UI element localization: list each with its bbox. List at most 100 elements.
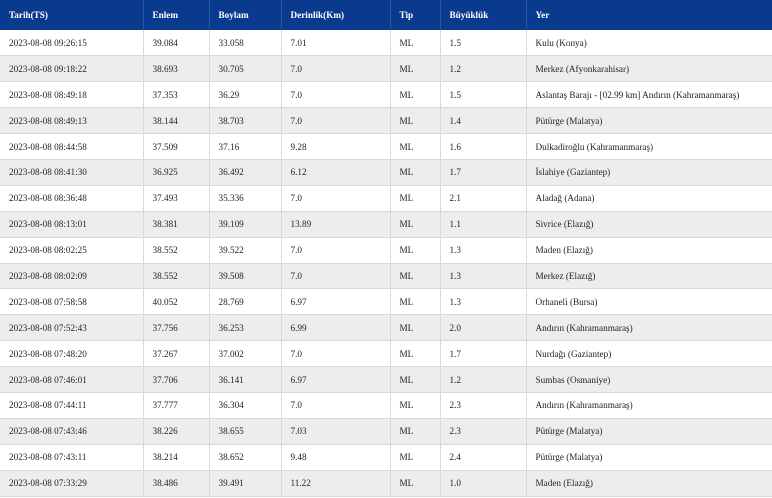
- cell-longitude: 38.703: [209, 107, 282, 135]
- cell-magnitude: 2.3: [440, 418, 527, 445]
- table-row[interactable]: 2023-08-08 09:18:22 38.693 30.705 7.0 ML 1.2 M…: [0, 55, 772, 83]
- table-row[interactable]: 2023-08-08 07:46:01 37.706 36.141 6.97 ML 1.2…: [0, 366, 772, 393]
- table-row[interactable]: 2023-08-08 07:58:58 40.052 28.769 6.97 ML 1.3…: [0, 288, 772, 316]
- cell-location: Maden (Elazığ): [526, 470, 772, 497]
- cell-type: ML: [390, 340, 441, 368]
- cell-date: 2023-08-08 07:46:01: [0, 366, 144, 393]
- header-row: Tarih(TS) Enlem Boylam Derinlik(Km) Tip …: [0, 0, 772, 30]
- table-row[interactable]: 2023-08-08 07:43:11 38.214 38.652 9.48 ML 2.4…: [0, 444, 772, 471]
- cell-depth: 6.99: [281, 314, 391, 342]
- cell-latitude: 38.144: [143, 107, 210, 135]
- cell-latitude: 37.706: [143, 366, 210, 393]
- cell-longitude: 37.16: [209, 133, 282, 160]
- cell-type: ML: [390, 107, 441, 135]
- cell-magnitude: 1.2: [440, 55, 527, 83]
- cell-date: 2023-08-08 08:02:25: [0, 237, 144, 264]
- cell-longitude: 36.253: [209, 314, 282, 342]
- cell-date: 2023-08-08 07:48:20: [0, 340, 144, 368]
- header-date[interactable]: Tarih(TS): [0, 0, 144, 30]
- cell-longitude: 39.522: [209, 237, 282, 264]
- cell-longitude: 39.508: [209, 263, 282, 290]
- table-row[interactable]: 2023-08-08 08:36:48 37.493 35.336 7.0 ML 2.1 A…: [0, 185, 772, 212]
- cell-depth: 7.0: [281, 185, 391, 212]
- cell-type: ML: [390, 133, 441, 160]
- table-row[interactable]: 2023-08-08 08:41:30 36.925 36.492 6.12 ML 1.7…: [0, 159, 772, 186]
- table-row[interactable]: 2023-08-08 07:33:29 38.486 39.491 11.22 ML 1.…: [0, 470, 772, 497]
- cell-location: Maden (Elazığ): [526, 237, 772, 264]
- cell-magnitude: 1.6: [440, 133, 527, 160]
- table-row[interactable]: 2023-08-08 08:44:58 37.509 37.16 9.28 ML 1.6 D…: [0, 133, 772, 160]
- cell-magnitude: 1.2: [440, 366, 527, 393]
- cell-date: 2023-08-08 08:49:13: [0, 107, 144, 135]
- header-type[interactable]: Tip: [390, 0, 441, 30]
- cell-magnitude: 2.3: [440, 392, 527, 419]
- cell-type: ML: [390, 159, 441, 186]
- cell-location: Orhaneli (Bursa): [526, 288, 772, 316]
- cell-longitude: 36.141: [209, 366, 282, 393]
- table-row[interactable]: 2023-08-08 08:49:18 37.353 36.29 7.0 ML 1.5 As…: [0, 81, 772, 109]
- table-row[interactable]: 2023-08-08 07:48:20 37.267 37.002 7.0 ML 1.7 N…: [0, 340, 772, 368]
- cell-depth: 7.03: [281, 418, 391, 445]
- cell-date: 2023-08-08 07:52:43: [0, 314, 144, 342]
- cell-type: ML: [390, 470, 441, 497]
- cell-longitude: 36.492: [209, 159, 282, 186]
- cell-date: 2023-08-08 07:58:58: [0, 288, 144, 316]
- cell-magnitude: 2.0: [440, 314, 527, 342]
- table-row[interactable]: 2023-08-08 08:02:09 38.552 39.508 7.0 ML 1.3 M…: [0, 263, 772, 290]
- table-row[interactable]: 2023-08-08 08:02:25 38.552 39.522 7.0 ML 1.3 M…: [0, 237, 772, 264]
- cell-date: 2023-08-08 07:33:29: [0, 470, 144, 497]
- table-row[interactable]: 2023-08-08 08:13:01 38.381 39.109 13.89 ML 1.…: [0, 211, 772, 238]
- cell-longitude: 38.655: [209, 418, 282, 445]
- cell-depth: 7.0: [281, 340, 391, 368]
- cell-location: Aslantaş Barajı - [02.99 km] Andırın (Ka…: [526, 81, 772, 109]
- cell-type: ML: [390, 366, 441, 393]
- cell-latitude: 37.353: [143, 81, 210, 109]
- cell-date: 2023-08-08 07:44:11: [0, 392, 144, 419]
- cell-depth: 7.0: [281, 55, 391, 83]
- table-body: 2023-08-08 09:26:15 39.084 33.058 7.01 ML 1.5…: [0, 30, 772, 497]
- cell-location: Sumbas (Osmaniye): [526, 366, 772, 393]
- cell-latitude: 36.925: [143, 159, 210, 186]
- cell-date: 2023-08-08 08:02:09: [0, 263, 144, 290]
- cell-location: Andırın (Kahramanmaraş): [526, 314, 772, 342]
- cell-longitude: 36.304: [209, 392, 282, 419]
- cell-location: Aladağ (Adana): [526, 185, 772, 212]
- table-row[interactable]: 2023-08-08 08:49:13 38.144 38.703 7.0 ML 1.4 P…: [0, 107, 772, 135]
- cell-type: ML: [390, 185, 441, 212]
- cell-type: ML: [390, 444, 441, 471]
- cell-latitude: 37.756: [143, 314, 210, 342]
- table-row[interactable]: 2023-08-08 07:44:11 37.777 36.304 7.0 ML 2.3 A…: [0, 392, 772, 419]
- cell-latitude: 37.493: [143, 185, 210, 212]
- cell-magnitude: 2.4: [440, 444, 527, 471]
- table-row[interactable]: 2023-08-08 09:26:15 39.084 33.058 7.01 ML 1.5…: [0, 30, 772, 57]
- cell-depth: 7.01: [281, 30, 391, 57]
- header-longitude[interactable]: Boylam: [209, 0, 282, 30]
- header-latitude[interactable]: Enlem: [143, 0, 210, 30]
- cell-depth: 13.89: [281, 211, 391, 238]
- cell-longitude: 30.705: [209, 55, 282, 83]
- cell-type: ML: [390, 55, 441, 83]
- cell-depth: 6.97: [281, 288, 391, 316]
- cell-location: Pütürge (Malatya): [526, 418, 772, 445]
- cell-longitude: 39.109: [209, 211, 282, 238]
- cell-latitude: 38.214: [143, 444, 210, 471]
- cell-magnitude: 1.4: [440, 107, 527, 135]
- cell-longitude: 37.002: [209, 340, 282, 368]
- header-depth[interactable]: Derinlik(Km): [281, 0, 391, 30]
- cell-latitude: 40.052: [143, 288, 210, 316]
- cell-longitude: 33.058: [209, 30, 282, 57]
- cell-location: Andırın (Kahramanmaraş): [526, 392, 772, 419]
- table-row[interactable]: 2023-08-08 07:52:43 37.756 36.253 6.99 ML 2.0…: [0, 314, 772, 342]
- header-location[interactable]: Yer: [526, 0, 772, 30]
- cell-latitude: 37.267: [143, 340, 210, 368]
- cell-depth: 6.12: [281, 159, 391, 186]
- table-row[interactable]: 2023-08-08 07:43:46 38.226 38.655 7.03 ML 2.3…: [0, 418, 772, 445]
- cell-depth: 11.22: [281, 470, 391, 497]
- cell-latitude: 38.226: [143, 418, 210, 445]
- cell-latitude: 38.693: [143, 55, 210, 83]
- cell-date: 2023-08-08 08:44:58: [0, 133, 144, 160]
- earthquake-table-container: Tarih(TS) Enlem Boylam Derinlik(Km) Tip …: [0, 0, 772, 498]
- cell-latitude: 37.509: [143, 133, 210, 160]
- header-magnitude[interactable]: Büyüklük: [440, 0, 527, 30]
- cell-depth: 7.0: [281, 237, 391, 264]
